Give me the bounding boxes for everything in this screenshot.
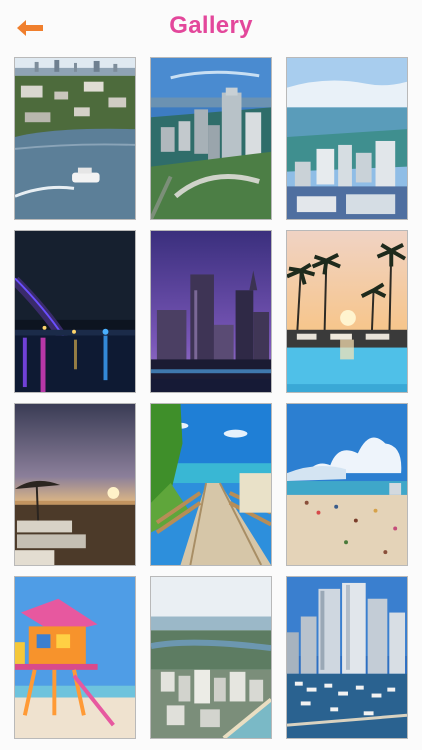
gallery-thumbnail-marina-towers[interactable] [286, 576, 408, 739]
gallery-thumbnail-miami-bay-aerial[interactable] [14, 57, 136, 220]
photo-image [287, 58, 407, 219]
photo-image [287, 404, 407, 565]
gallery-thumbnail-coastal-city-aerial[interactable] [150, 576, 272, 739]
photo-grid [14, 57, 408, 739]
gallery-thumbnail-crowded-beach[interactable] [286, 403, 408, 566]
photo-image [15, 231, 135, 392]
photo-image [15, 577, 135, 738]
photo-image [151, 404, 271, 565]
photo-image [151, 58, 271, 219]
photo-image [15, 58, 135, 219]
gallery-thumbnail-bridge-at-night[interactable] [14, 230, 136, 393]
photo-image [151, 231, 271, 392]
photo-image [15, 404, 135, 565]
gallery-thumbnail-resort-pool-sunset[interactable] [286, 230, 408, 393]
gallery-screen: Gallery [0, 0, 422, 750]
photo-image [151, 577, 271, 738]
photo-image [287, 577, 407, 738]
gallery-thumbnail-wooden-walkway[interactable] [150, 403, 272, 566]
photo-image [287, 231, 407, 392]
gallery-thumbnail-skyline-at-dusk[interactable] [150, 230, 272, 393]
gallery-thumbnail-lifeguard-tower[interactable] [14, 576, 136, 739]
gallery-thumbnail-miami-skyline-aerial[interactable] [150, 57, 272, 220]
header-bar: Gallery [0, 0, 422, 52]
page-title: Gallery [169, 12, 253, 39]
gallery-thumbnail-beach-hotels-aerial[interactable] [286, 57, 408, 220]
gallery-thumbnail-beach-chairs-sunset[interactable] [14, 403, 136, 566]
